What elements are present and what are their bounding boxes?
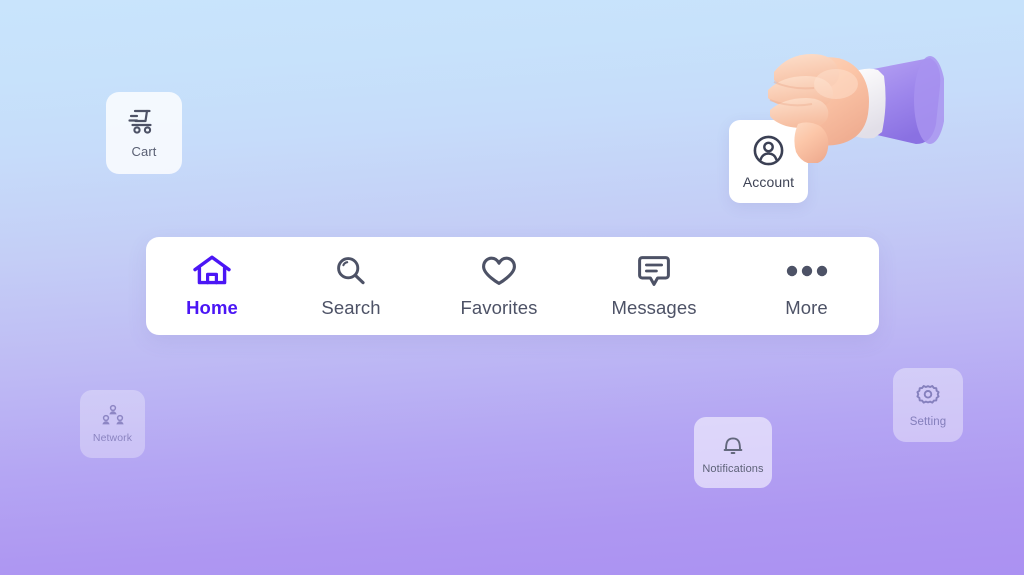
chat-bubble-icon	[635, 254, 673, 288]
search-icon	[332, 254, 370, 288]
bottom-navigation-bar: Home Search Favorites Messages More	[146, 237, 879, 335]
nav-item-favorites[interactable]: Favorites	[424, 237, 574, 335]
nav-item-favorites-label: Favorites	[460, 296, 538, 318]
nav-item-messages[interactable]: Messages	[574, 237, 734, 335]
nav-item-more-label: More	[785, 296, 828, 318]
shopping-cart-icon	[127, 107, 161, 137]
ellipsis-icon	[783, 254, 831, 288]
floating-card-notifications[interactable]: Notifications	[694, 417, 772, 488]
canvas: Cart Account Network Notifications Setti…	[0, 0, 1024, 575]
heart-icon	[479, 254, 519, 288]
nav-item-messages-label: Messages	[611, 296, 697, 318]
nav-item-search-label: Search	[321, 296, 381, 318]
floating-card-cart[interactable]: Cart	[106, 92, 182, 174]
nav-item-home[interactable]: Home	[146, 237, 278, 335]
floating-card-account-label: Account	[742, 173, 795, 190]
nav-item-home-label: Home	[186, 296, 238, 318]
nav-item-search[interactable]: Search	[278, 237, 424, 335]
floating-card-network-label: Network	[92, 432, 133, 444]
home-icon	[191, 254, 233, 288]
floating-card-network[interactable]: Network	[80, 390, 145, 458]
floating-card-setting[interactable]: Setting	[893, 368, 963, 442]
floating-card-notifications-label: Notifications	[702, 462, 764, 475]
floating-card-cart-label: Cart	[131, 144, 157, 159]
bell-icon	[720, 431, 746, 459]
floating-card-setting-label: Setting	[909, 415, 947, 428]
floating-card-account[interactable]: Account	[729, 120, 808, 203]
nav-item-more[interactable]: More	[734, 237, 879, 335]
user-circle-icon	[752, 134, 785, 167]
gear-icon	[914, 383, 942, 411]
network-users-icon	[98, 404, 128, 428]
